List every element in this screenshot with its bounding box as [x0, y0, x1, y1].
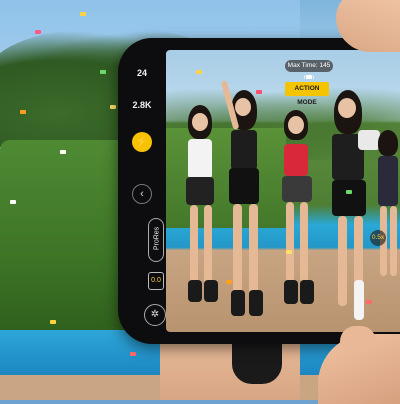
thumb [340, 326, 376, 350]
frame-rate-toggle[interactable]: 24 [118, 68, 166, 78]
dancer-2 [220, 80, 269, 330]
confetti-piece [226, 280, 232, 284]
confetti-piece [346, 190, 352, 194]
confetti-piece [256, 90, 262, 94]
flash-icon[interactable]: ⚡ [132, 132, 152, 152]
confetti-piece [366, 300, 372, 304]
viewfinder[interactable] [166, 50, 400, 332]
confetti-piece [80, 12, 86, 16]
action-mode-button[interactable]: ACTION MODE [285, 82, 329, 106]
zoom-button[interactable]: 0.5x [370, 230, 386, 246]
chevron-left-icon[interactable]: ‹ [132, 184, 152, 204]
confetti-piece [60, 150, 66, 154]
confetti-piece [286, 250, 292, 254]
confetti-piece [50, 320, 56, 324]
dancer-1 [180, 105, 220, 315]
shutter-settings-icon[interactable]: ✲ [144, 304, 166, 326]
confetti-piece [196, 70, 202, 74]
dancer-5 [376, 130, 400, 290]
confetti-piece [100, 70, 106, 74]
confetti-piece [35, 30, 41, 34]
prores-label: ProRes [153, 226, 161, 251]
camera-side-controls: 24 2.8K ⚡ ‹ [118, 52, 166, 332]
confetti-piece [20, 110, 26, 114]
lens-icon[interactable]: 0.0 [148, 272, 164, 290]
dancer-4 [324, 90, 380, 330]
confetti-piece [130, 352, 136, 356]
exposure-time-indicator: Max Time: 145 min [285, 60, 333, 81]
confetti-piece [110, 105, 116, 109]
dancer-skirt-outside-screen [232, 344, 282, 384]
dancer-3 [276, 110, 318, 310]
confetti-piece [10, 200, 16, 204]
resolution-toggle[interactable]: 2.8K [118, 100, 166, 110]
prores-toggle[interactable]: ProRes [148, 218, 164, 262]
